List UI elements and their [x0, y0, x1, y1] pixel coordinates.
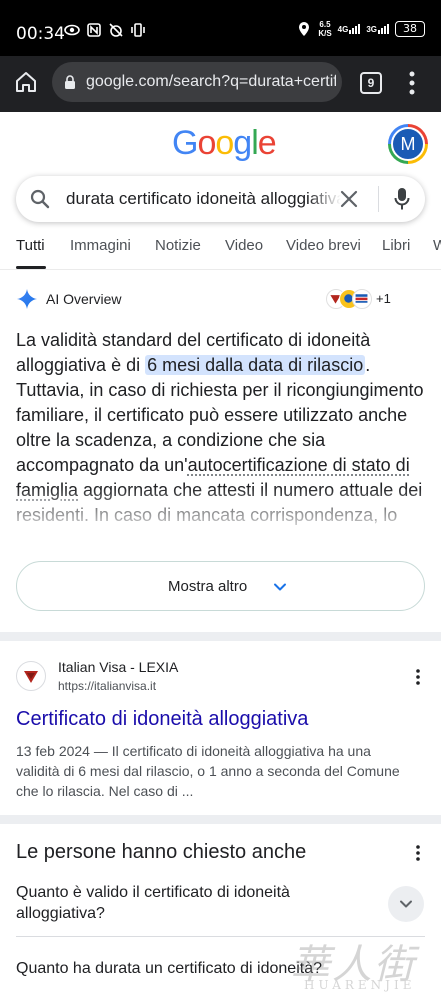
tab-news[interactable]: Notizie	[155, 237, 201, 254]
tune-icon[interactable]	[64, 74, 76, 90]
account-avatar[interactable]: M	[388, 124, 428, 164]
status-icons-left	[64, 22, 146, 38]
chevron-down-icon	[274, 583, 286, 591]
home-icon[interactable]	[14, 70, 38, 94]
google-logo[interactable]: Google	[172, 124, 277, 163]
signal-3g-label: 3G	[366, 25, 377, 34]
watermark: 華人街 HUARENJIE	[286, 932, 436, 996]
result-url[interactable]: https://italianvisa.it	[58, 679, 156, 693]
nfc-icon	[87, 23, 101, 37]
logo-letter: o	[215, 124, 234, 162]
tab-switcher-button[interactable]: 9	[360, 72, 382, 94]
ai-sources-count[interactable]: +1	[376, 291, 391, 306]
result-more-icon[interactable]	[414, 668, 422, 686]
status-icons-right: 6.5 K/S 4G 3G 38	[296, 20, 425, 38]
logo-letter: G	[172, 124, 198, 162]
signal-3g: 3G	[366, 24, 389, 34]
status-bar: 00:34 6.5 K/S 4G 3G 38	[0, 0, 441, 64]
logo-letter: e	[257, 124, 277, 162]
show-more-button[interactable]: Mostra altro	[16, 561, 425, 611]
url-text[interactable]: google.com/search?q=durata+certificato	[86, 73, 336, 91]
net-speed-unit: K/S	[318, 29, 332, 38]
logo-letter: g	[233, 124, 252, 162]
people-also-ask-title: Le persone hanno chiesto anche	[16, 841, 307, 863]
net-speed: 6.5 K/S	[318, 20, 331, 38]
browser-toolbar: google.com/search?q=durata+certificato 9	[0, 56, 441, 112]
search-icon	[30, 189, 50, 209]
paa-expand-button[interactable]	[388, 886, 424, 922]
result-title-link[interactable]: Certificato di idoneità alloggiativa	[16, 708, 308, 731]
ai-overview-text: La validità standard del certificato di …	[16, 328, 425, 548]
search-box[interactable]: durata certificato idoneità alloggiativa	[16, 176, 425, 222]
chevron-down-icon	[400, 900, 412, 908]
search-tabs: Tutti Immagini Notizie Video Video brevi…	[0, 228, 441, 270]
ai-overview-header: AI Overview +1	[16, 288, 425, 312]
show-more-label: Mostra altro	[168, 578, 248, 595]
gemini-spark-icon	[17, 289, 37, 309]
search-input[interactable]: durata certificato idoneità alloggiativa	[66, 189, 341, 209]
tab-videos[interactable]: Video	[225, 237, 263, 254]
tab-images[interactable]: Immagini	[70, 237, 131, 254]
logo-letter: o	[197, 124, 216, 162]
ai-text-highlight[interactable]: 6 mesi dalla data di rilascio	[145, 355, 366, 375]
eye-icon	[64, 24, 80, 36]
clear-icon[interactable]	[340, 190, 358, 208]
avatar-letter: M	[391, 127, 425, 161]
result-snippet: 13 feb 2024 — Il certificato di idoneità…	[16, 743, 400, 799]
browser-menu-icon[interactable]	[404, 70, 420, 96]
result-site-name[interactable]: Italian Visa - LEXIA	[58, 659, 178, 675]
lexia-logo-icon	[24, 671, 38, 683]
tab-short-videos[interactable]: Video brevi	[286, 237, 361, 254]
microphone-icon[interactable]	[394, 187, 410, 211]
watermark-en: HUARENJIE	[304, 978, 416, 992]
alarm-off-icon	[109, 23, 123, 37]
active-tab-indicator	[16, 266, 46, 269]
battery-indicator: 38	[395, 21, 425, 37]
location-icon	[299, 22, 310, 36]
section-separator	[0, 632, 441, 641]
signal-4g: 4G	[338, 24, 361, 34]
status-time: 00:34	[16, 24, 65, 44]
section-separator	[0, 815, 441, 824]
source-flag-icon	[352, 289, 372, 309]
result-favicon[interactable]	[16, 661, 46, 691]
tab-all[interactable]: Tutti	[16, 237, 45, 254]
address-bar[interactable]: google.com/search?q=durata+certificato	[52, 62, 342, 102]
tab-books[interactable]: Libri	[382, 237, 410, 254]
vibrate-icon	[131, 23, 145, 37]
paa-more-icon[interactable]	[414, 844, 422, 862]
ai-overview-title: AI Overview	[46, 291, 122, 307]
net-speed-value: 6.5	[319, 20, 331, 29]
tab-web[interactable]: W	[433, 237, 441, 254]
signal-4g-label: 4G	[337, 25, 349, 34]
search-divider	[378, 186, 379, 212]
paa-question[interactable]: Quanto è valido il certificato di idonei…	[16, 882, 336, 924]
